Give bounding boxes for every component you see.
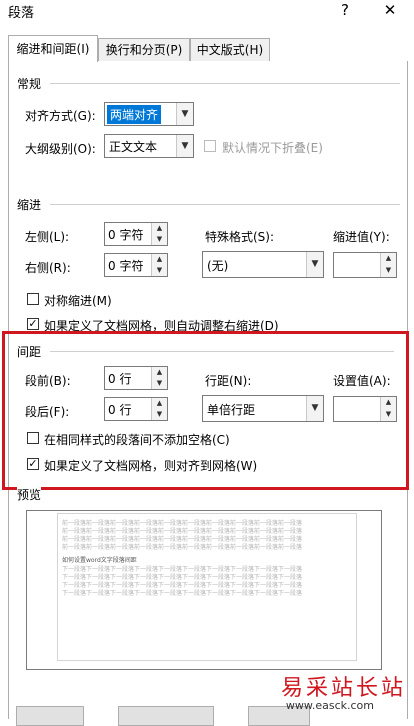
help-button[interactable]: ? [330,0,360,24]
spin-up-icon[interactable]: ▲ [152,254,167,265]
outline-level-value: 正文文本 [109,140,158,154]
right-indent-value: 0 字符 [108,259,144,273]
preview-prev-line: 前一段落前一段落前一段落前一段落前一段落前一段落前一段落前一段落前一段落前一段落 [62,544,303,551]
general-section-title: 常规 [17,77,42,91]
special-indent-combo[interactable]: (无) ▼ [202,251,324,278]
mirror-indent-checkbox[interactable] [27,293,39,305]
preview-next-line: 下一段落下一段落下一段落下一段落下一段落下一段落下一段落下一段落下一段落下一段落 [62,590,303,597]
spinner-buttons: ▲ ▼ [380,253,396,277]
preview-next-line: 下一段落下一段落下一段落下一段落下一段落下一段落下一段落下一段落下一段落下一段落 [62,566,303,573]
outline-level-combo[interactable]: 正文文本 ▼ [104,134,194,158]
preview-prev-line: 前一段落前一段落前一段落前一段落前一段落前一段落前一段落前一段落前一段落前一段落 [62,528,303,535]
spin-up-icon[interactable]: ▲ [381,253,396,264]
outline-level-label: 大纲级别(O): [25,142,96,156]
tab-indents-spacing[interactable]: 缩进和间距(I) [8,35,98,62]
special-indent-label: 特殊格式(S): [205,230,275,244]
left-indent-spinner[interactable]: 0 字符 ▲ ▼ [104,222,168,246]
chevron-down-icon[interactable]: ▼ [306,252,323,277]
collapse-checkbox[interactable] [204,140,216,152]
alignment-value: 两端对齐 [107,105,162,124]
spin-down-icon[interactable]: ▼ [152,265,167,276]
alignment-combo[interactable]: 两端对齐 ▼ [104,102,194,126]
indent-section-title: 缩进 [17,198,42,212]
right-indent-label: 右侧(R): [25,261,71,275]
watermark-url: www.easck.com [285,699,374,712]
spin-up-icon[interactable]: ▲ [152,223,167,234]
chevron-down-icon[interactable]: ▼ [176,135,193,157]
left-indent-label: 左侧(L): [25,230,70,244]
alignment-label: 对齐方式(G): [25,109,96,123]
watermark-logo: 易采站长站 [280,676,406,701]
chevron-down-icon[interactable]: ▼ [176,103,193,125]
collapse-label: 默认情况下折叠(E) [222,141,323,155]
indent-by-spinner[interactable]: ▲ ▼ [333,252,397,278]
indent-by-label: 缩进值(Y): [333,230,390,244]
auto-adjust-checkbox[interactable]: ✓ [27,318,39,330]
indent-separator [50,204,400,205]
right-indent-spinner[interactable]: 0 字符 ▲ ▼ [104,253,168,277]
preview-prev-line: 前一段落前一段落前一段落前一段落前一段落前一段落前一段落前一段落前一段落前一段落 [62,536,303,543]
general-separator [50,83,400,84]
mirror-indent-label: 对称缩进(M) [44,294,112,308]
tabs-button[interactable] [16,706,84,726]
left-indent-value: 0 字符 [108,228,144,242]
preview-next-line: 下一段落下一段落下一段落下一段落下一段落下一段落下一段落下一段落下一段落下一段落 [62,574,303,581]
dialog-title: 段落 [8,6,35,21]
spinner-buttons: ▲ ▼ [151,223,167,245]
tab-asian-typography[interactable]: 中文版式(H) [190,38,270,61]
preview-next-line: 下一段落下一段落下一段落下一段落下一段落下一段落下一段落下一段落下一段落下一段落 [62,582,303,589]
spin-down-icon[interactable]: ▼ [152,234,167,245]
preview-box: 前一段落前一段落前一段落前一段落前一段落前一段落前一段落前一段落前一段落前一段落… [26,510,382,670]
tab-line-page-breaks[interactable]: 换行和分页(P) [98,38,190,61]
spin-down-icon[interactable]: ▼ [381,265,396,276]
special-indent-value: (无) [207,259,229,273]
set-default-button[interactable] [118,706,214,726]
preview-sample-text: 如何设置word文字段落间距 [62,557,137,564]
preview-section-title: 预览 [17,486,42,503]
preview-prev-line: 前一段落前一段落前一段落前一段落前一段落前一段落前一段落前一段落前一段落前一段落 [62,520,303,527]
close-button[interactable]: ✕ [375,0,405,24]
spinner-buttons: ▲ ▼ [151,254,167,276]
highlight-box [2,331,409,490]
preview-page: 前一段落前一段落前一段落前一段落前一段落前一段落前一段落前一段落前一段落前一段落… [57,513,357,661]
